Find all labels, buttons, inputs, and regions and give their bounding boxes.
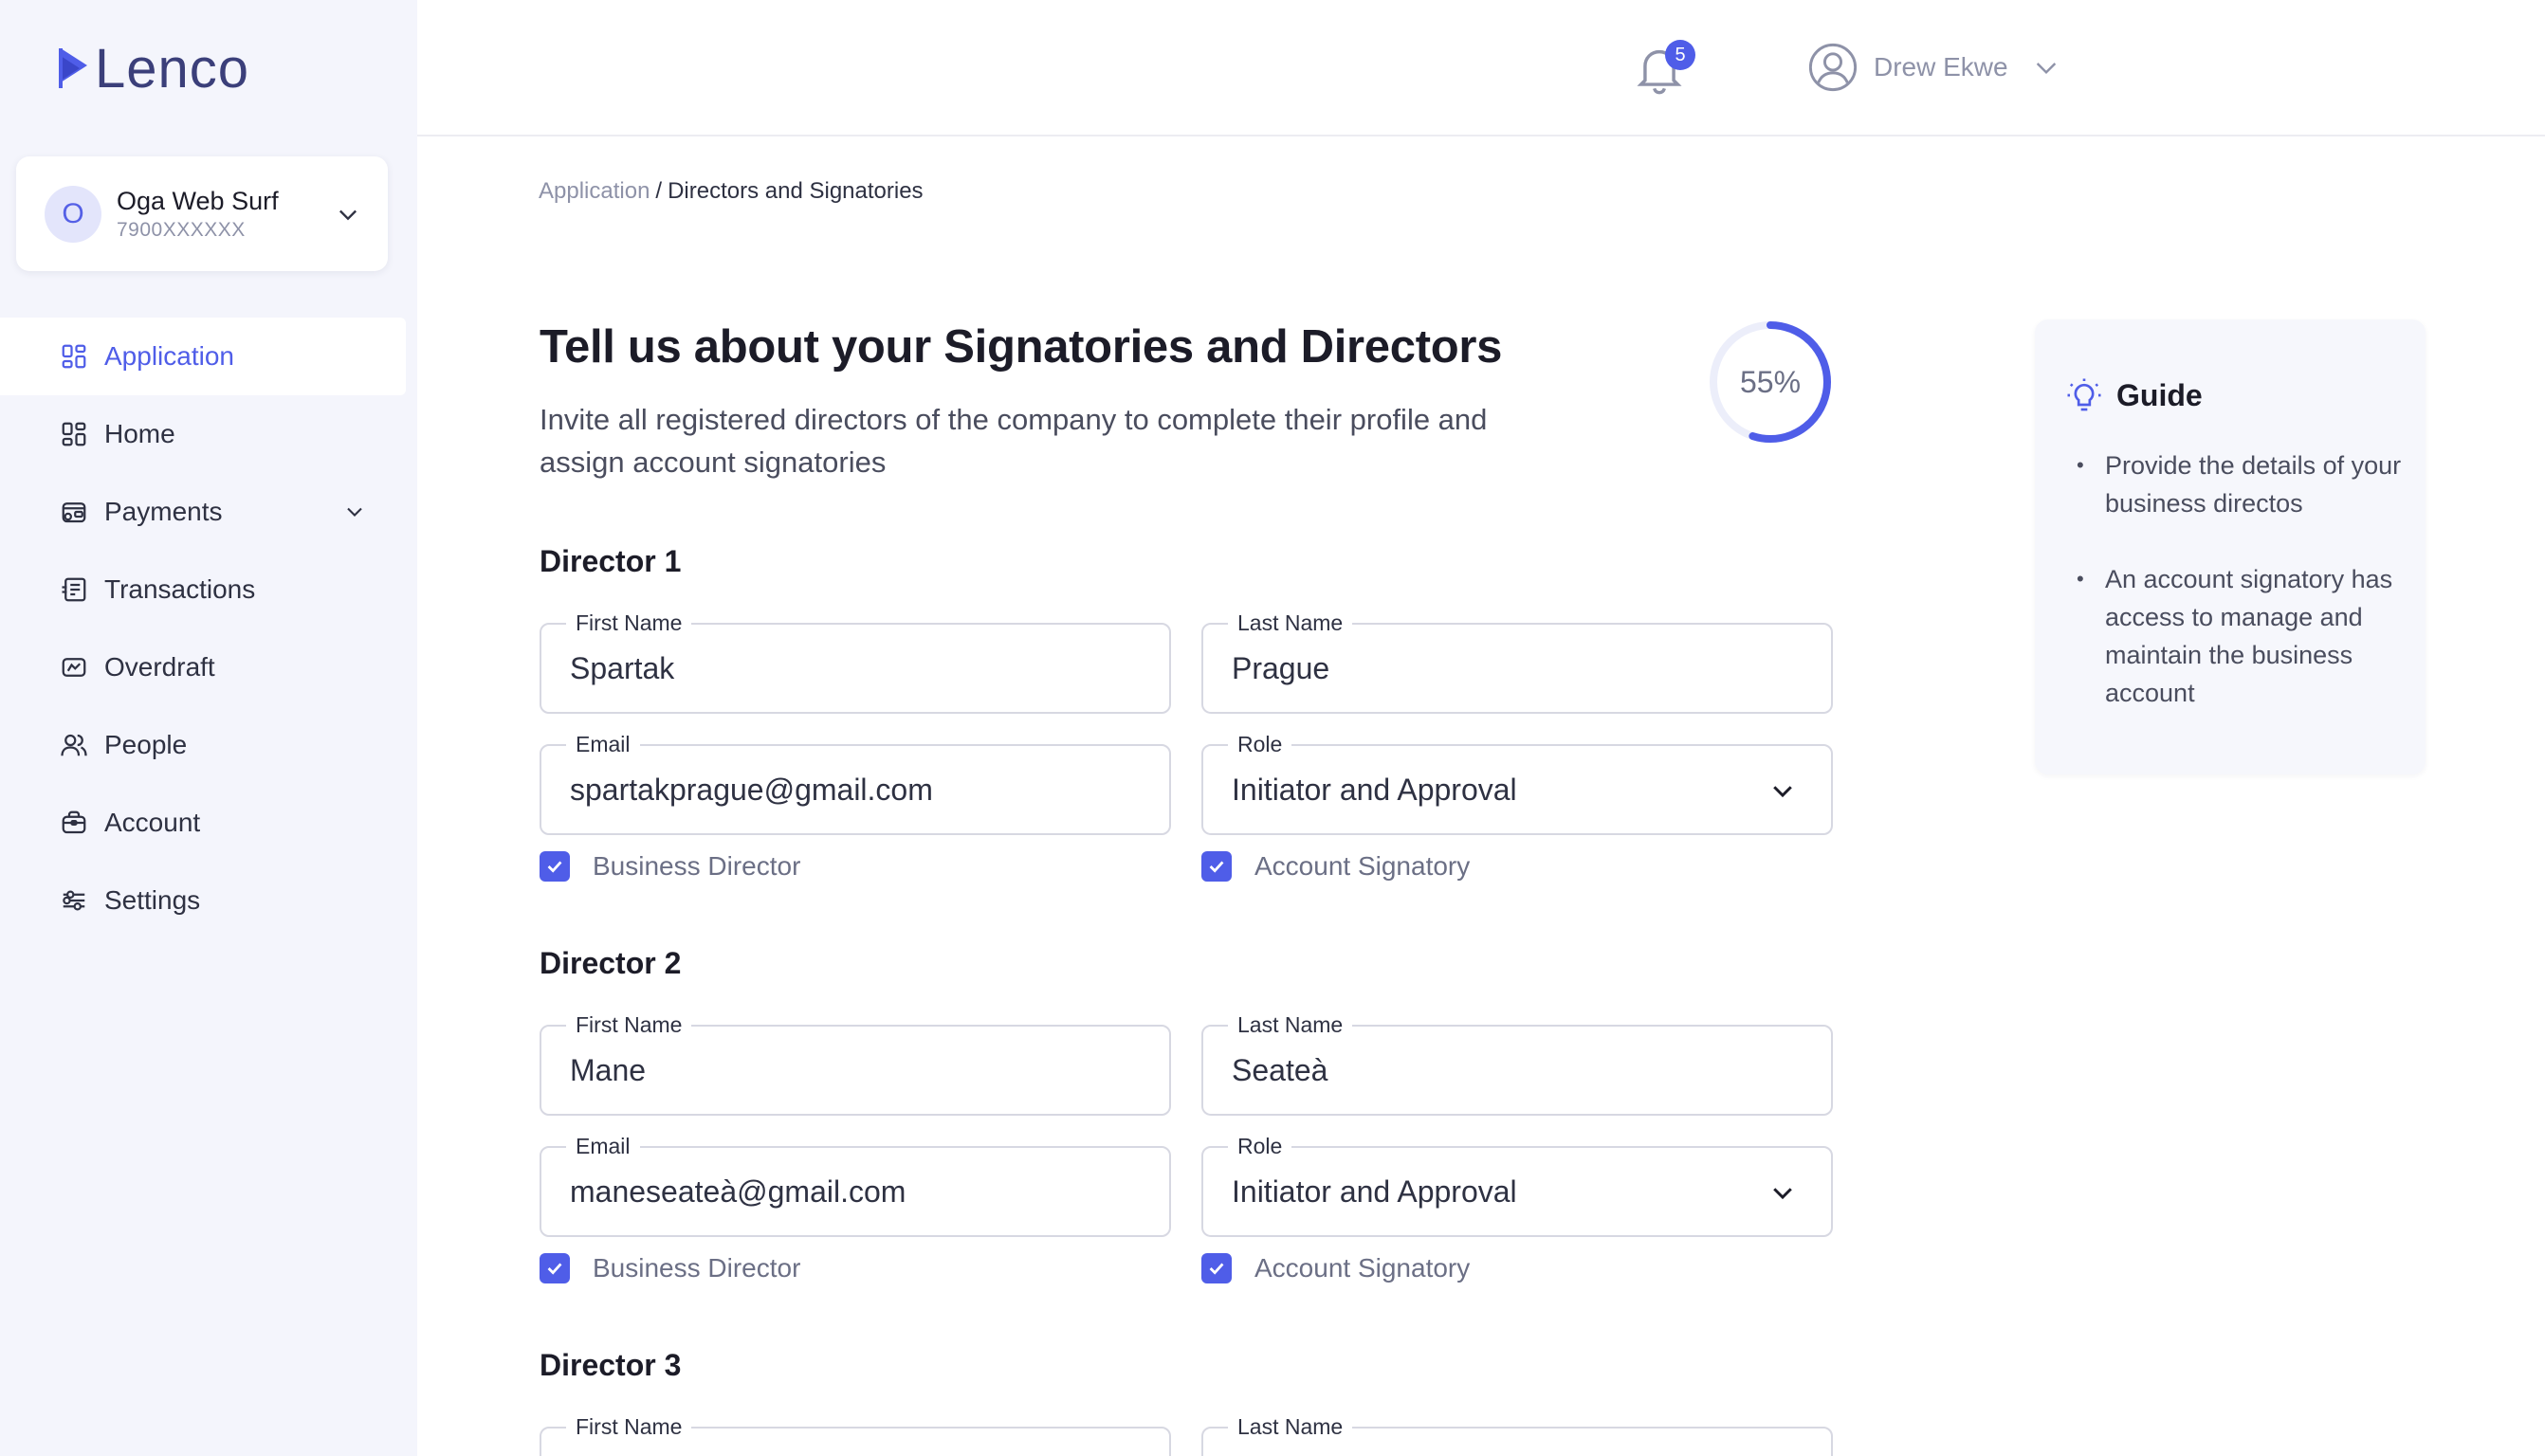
checkbox-checked-icon (540, 1253, 570, 1283)
breadcrumb-separator: / (655, 178, 663, 204)
guide-title: Guide (2116, 377, 2203, 412)
guide-list: Provide the details of your business dir… (2077, 446, 2408, 750)
checkbox-checked-icon (1201, 851, 1232, 882)
email-field[interactable]: Email spartakprague@gmail.com (540, 732, 1171, 835)
role-value: Initiator and Approval (1232, 772, 1517, 807)
chevron-down-icon (347, 507, 362, 517)
director-heading: Director 1 (540, 544, 682, 578)
account-avatar: O (45, 185, 101, 243)
notification-count-badge: 5 (1665, 40, 1695, 70)
sidebar-item-label: People (104, 730, 188, 759)
user-name: Drew Ekwe (1874, 52, 2008, 82)
sidebar-item-label: Settings (104, 885, 201, 915)
checkbox-label: Business Director (593, 1253, 801, 1283)
field-label: First Name (566, 1414, 692, 1439)
wallet-icon (59, 497, 89, 527)
account-info: Oga Web Surf 7900XXXXXX (117, 185, 335, 244)
lenco-logo[interactable]: Lenco (59, 37, 250, 100)
email-value: maneseateà@gmail.com (570, 1174, 906, 1209)
breadcrumb-current: Directors and Signatories (668, 178, 924, 204)
director-heading: Director 3 (540, 1348, 682, 1382)
last-name-field[interactable]: Last Name Seateà (1201, 1012, 1833, 1116)
sidebar-item-label: Payments (104, 497, 223, 526)
chevron-down-icon (339, 209, 357, 220)
role-value: Initiator and Approval (1232, 1174, 1517, 1209)
guide-panel: Guide Provide the details of your busine… (2035, 319, 2426, 774)
sidebar-item-label: Home (104, 419, 175, 448)
people-icon (59, 730, 89, 760)
sidebar-item-label: Account (104, 808, 201, 837)
account-signatory-checkbox[interactable]: Account Signatory (1201, 851, 1470, 882)
grid-icon (59, 341, 89, 372)
grid-icon (59, 419, 89, 449)
guide-header: Guide (2065, 376, 2203, 414)
business-director-checkbox[interactable]: Business Director (540, 1253, 800, 1283)
first-name-value: Mane (570, 1052, 647, 1087)
chevron-down-icon (1773, 786, 1792, 798)
top-bar (417, 0, 2545, 136)
first-name-value: Spartak (570, 650, 675, 685)
chevron-down-icon (2036, 63, 2056, 75)
role-select[interactable]: Role Initiator and Approval (1201, 1134, 1833, 1237)
account-number: 7900XXXXXX (117, 218, 246, 241)
page-title: Tell us about your Signatories and Direc… (540, 321, 1503, 373)
checkbox-label: Account Signatory (1254, 1253, 1471, 1283)
logo-mark-icon (59, 48, 87, 88)
checkbox-checked-icon (1201, 1253, 1232, 1283)
first-name-field[interactable]: First Name Spartak (540, 610, 1171, 714)
card-icon (59, 652, 89, 682)
sidebar-item-transactions[interactable]: Transactions (0, 551, 406, 628)
role-select[interactable]: Role Initiator and Approval (1201, 732, 1833, 835)
sidebar-nav: Application Home Payments Transactions O… (0, 318, 406, 939)
sidebar-item-label: Transactions (104, 574, 256, 604)
account-switcher[interactable]: O Oga Web Surf 7900XXXXXX (16, 156, 388, 271)
sidebar-item-home[interactable]: Home (0, 395, 406, 473)
last-name-field[interactable]: Last Name Prague (1201, 610, 1833, 714)
email-value: spartakprague@gmail.com (570, 772, 933, 807)
checkbox-label: Account Signatory (1254, 851, 1471, 881)
last-name-field[interactable]: Last Name (1201, 1414, 1833, 1456)
account-name: Oga Web Surf (117, 186, 279, 215)
business-director-checkbox[interactable]: Business Director (540, 851, 800, 882)
page-subtitle: Invite all registered directors of the c… (540, 403, 1488, 479)
guide-item: An account signatory has access to manag… (2077, 560, 2408, 712)
field-label: Last Name (1228, 1414, 1353, 1439)
sidebar-item-account[interactable]: Account (0, 784, 406, 862)
first-name-field[interactable]: First Name (540, 1414, 1171, 1456)
account-signatory-checkbox[interactable]: Account Signatory (1201, 1253, 1470, 1283)
user-avatar-icon (1808, 43, 1858, 92)
sidebar-item-payments[interactable]: Payments (0, 473, 406, 551)
sliders-icon (59, 885, 89, 916)
director-heading: Director 2 (540, 946, 682, 980)
sidebar-item-application[interactable]: Application (0, 318, 406, 395)
sidebar-item-label: Application (104, 341, 234, 371)
briefcase-icon (59, 808, 89, 838)
receipt-icon (59, 574, 89, 605)
progress-percentage: 55% (1739, 364, 1802, 399)
email-field[interactable]: Email maneseateà@gmail.com (540, 1134, 1171, 1237)
breadcrumb: Application / Directors and Signatories (539, 178, 924, 205)
checkbox-checked-icon (540, 851, 570, 882)
sidebar-item-settings[interactable]: Settings (0, 862, 406, 939)
sidebar-item-label: Overdraft (104, 652, 215, 682)
last-name-value: Seateà (1232, 1052, 1328, 1087)
lightbulb-icon (2067, 378, 2101, 411)
last-name-value: Prague (1232, 650, 1330, 685)
checkbox-label: Business Director (593, 851, 801, 881)
brand-name: Lenco (95, 37, 250, 100)
guide-item: Provide the details of your business dir… (2077, 446, 2408, 522)
sidebar-item-overdraft[interactable]: Overdraft (0, 628, 406, 706)
sidebar-item-people[interactable]: People (0, 706, 406, 784)
first-name-field[interactable]: First Name Mane (540, 1012, 1171, 1116)
sidebar: Lenco O Oga Web Surf 7900XXXXXX Applicat… (0, 0, 417, 1456)
chevron-down-icon (1773, 1188, 1792, 1200)
breadcrumb-link-application[interactable]: Application (539, 178, 650, 204)
user-menu[interactable]: Drew Ekwe (1807, 42, 2061, 93)
